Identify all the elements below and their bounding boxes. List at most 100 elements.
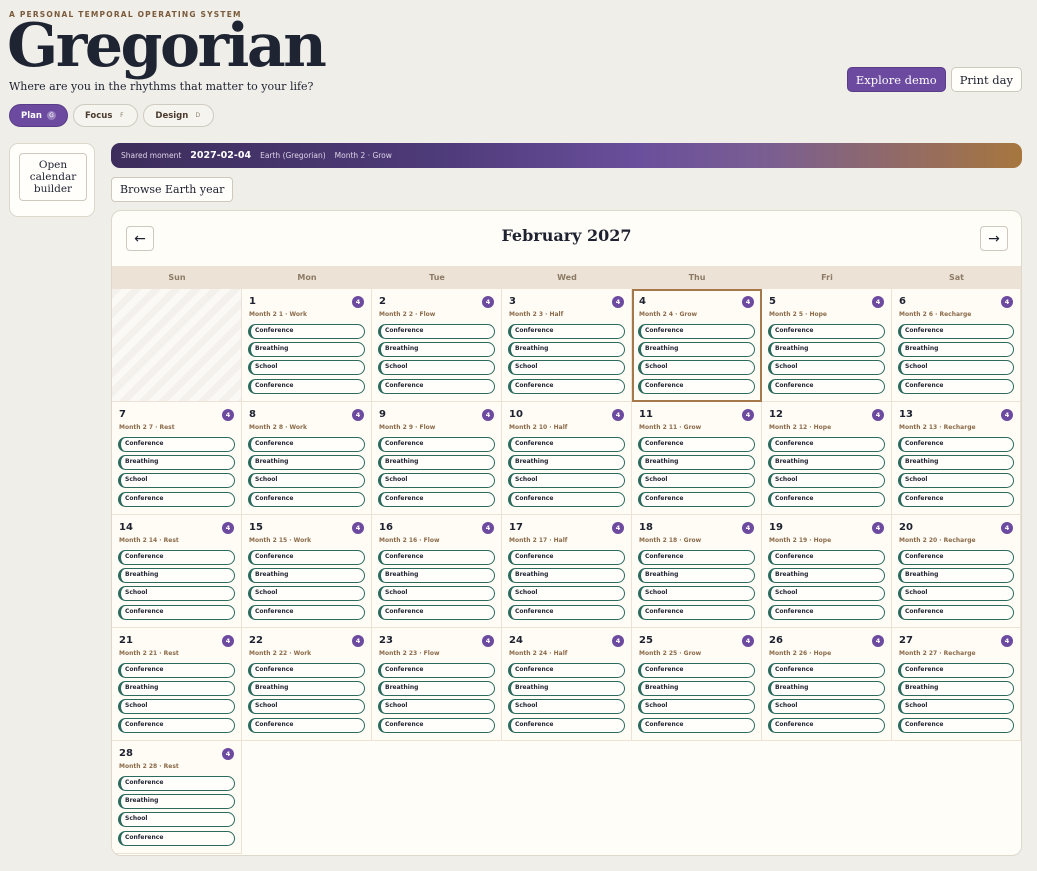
event-pill[interactable]: Conference	[118, 550, 235, 565]
tab-plan[interactable]: Plan G	[9, 104, 68, 127]
event-pill[interactable]: Conference	[378, 491, 495, 507]
event-pill[interactable]: Conference	[898, 491, 1014, 507]
day-cell[interactable]: 23 4 Month 2 23 · Flow Conference Breathing S…	[372, 628, 502, 741]
event-pill[interactable]: Breathing	[508, 568, 625, 584]
event-pill[interactable]: Breathing	[638, 455, 755, 471]
event-pill[interactable]: Breathing	[898, 342, 1014, 358]
day-cell[interactable]: 1 4 Month 2 1 · Work Conference Breathing Sch…	[242, 289, 372, 402]
day-cell[interactable]: 24 4 Month 2 24 · Half Conference Breathing S…	[502, 628, 632, 741]
event-pill[interactable]: School	[248, 473, 365, 489]
event-pill[interactable]: School	[768, 699, 885, 715]
event-pill[interactable]: Breathing	[378, 681, 495, 697]
event-pill[interactable]: School	[898, 360, 1014, 376]
day-cell[interactable]: 9 4 Month 2 9 · Flow Conference Breathing Sch…	[372, 402, 502, 515]
event-pill[interactable]: School	[768, 360, 885, 376]
event-pill[interactable]: School	[378, 699, 495, 715]
event-pill[interactable]: Conference	[248, 491, 365, 507]
event-pill[interactable]: Conference	[768, 324, 885, 339]
day-cell[interactable]: 4 4 Month 2 4 · Grow Conference Breathing Sch…	[632, 289, 762, 402]
event-pill[interactable]: Conference	[768, 550, 885, 565]
event-pill[interactable]: School	[118, 812, 235, 828]
print-day-button[interactable]: Print day	[950, 67, 1022, 92]
event-pill[interactable]: Conference	[118, 491, 235, 507]
event-pill[interactable]: Conference	[118, 830, 235, 846]
event-pill[interactable]: Conference	[248, 663, 365, 678]
event-pill[interactable]: Conference	[378, 550, 495, 565]
event-pill[interactable]: School	[508, 360, 625, 376]
event-pill[interactable]: Conference	[118, 717, 235, 733]
tab-focus[interactable]: Focus F	[72, 104, 139, 127]
event-pill[interactable]: Conference	[898, 324, 1014, 339]
event-pill[interactable]: School	[508, 473, 625, 489]
event-pill[interactable]: Breathing	[768, 681, 885, 697]
event-pill[interactable]: Conference	[898, 717, 1014, 733]
event-pill[interactable]: School	[508, 586, 625, 602]
event-pill[interactable]: Conference	[898, 663, 1014, 678]
event-pill[interactable]: School	[898, 699, 1014, 715]
event-pill[interactable]: School	[248, 586, 365, 602]
event-pill[interactable]: Conference	[378, 663, 495, 678]
event-pill[interactable]: Breathing	[248, 568, 365, 584]
event-pill[interactable]: School	[898, 586, 1014, 602]
event-pill[interactable]: School	[638, 473, 755, 489]
event-pill[interactable]: Conference	[508, 378, 625, 394]
event-pill[interactable]: School	[768, 473, 885, 489]
event-pill[interactable]: School	[378, 586, 495, 602]
event-pill[interactable]: School	[638, 360, 755, 376]
event-pill[interactable]: Conference	[638, 663, 755, 678]
event-pill[interactable]: Breathing	[638, 681, 755, 697]
day-cell[interactable]: 27 4 Month 2 27 · Recharge Conference Breath…	[892, 628, 1021, 741]
event-pill[interactable]: Breathing	[898, 681, 1014, 697]
event-pill[interactable]: Conference	[378, 604, 495, 620]
event-pill[interactable]: Conference	[118, 604, 235, 620]
day-cell[interactable]: 11 4 Month 2 11 · Grow Conference Breathing S…	[632, 402, 762, 515]
day-cell[interactable]: 20 4 Month 2 20 · Recharge Conference Breath…	[892, 515, 1021, 628]
event-pill[interactable]: Breathing	[768, 568, 885, 584]
event-pill[interactable]: School	[378, 473, 495, 489]
open-calendar-builder-button[interactable]: Open calendar builder	[19, 153, 87, 201]
event-pill[interactable]: Conference	[898, 604, 1014, 620]
event-pill[interactable]: Breathing	[638, 568, 755, 584]
event-pill[interactable]: Conference	[638, 491, 755, 507]
event-pill[interactable]: Conference	[768, 717, 885, 733]
day-cell[interactable]: 18 4 Month 2 18 · Grow Conference Breathing S…	[632, 515, 762, 628]
event-pill[interactable]: Conference	[508, 663, 625, 678]
day-cell[interactable]: 16 4 Month 2 16 · Flow Conference Breathing S…	[372, 515, 502, 628]
explore-demo-button[interactable]: Explore demo	[846, 67, 946, 92]
event-pill[interactable]: Breathing	[768, 455, 885, 471]
event-pill[interactable]: Conference	[508, 604, 625, 620]
event-pill[interactable]: School	[118, 586, 235, 602]
event-pill[interactable]: Conference	[638, 324, 755, 339]
event-pill[interactable]: Conference	[378, 378, 495, 394]
event-pill[interactable]: Breathing	[118, 568, 235, 584]
event-pill[interactable]: Conference	[508, 491, 625, 507]
day-cell[interactable]: 28 4 Month 2 28 · Rest Conference Breathing S…	[112, 741, 242, 854]
event-pill[interactable]: Conference	[898, 378, 1014, 394]
event-pill[interactable]: Breathing	[118, 455, 235, 471]
event-pill[interactable]: School	[378, 360, 495, 376]
event-pill[interactable]: Conference	[378, 324, 495, 339]
event-pill[interactable]: Conference	[508, 437, 625, 452]
event-pill[interactable]: School	[118, 473, 235, 489]
event-pill[interactable]: Conference	[638, 604, 755, 620]
day-cell[interactable]: 7 4 Month 2 7 · Rest Conference Breathing Sch…	[112, 402, 242, 515]
event-pill[interactable]: Conference	[118, 776, 235, 791]
event-pill[interactable]: Conference	[508, 324, 625, 339]
day-cell[interactable]: 26 4 Month 2 26 · Hope Conference Breathing S…	[762, 628, 892, 741]
event-pill[interactable]: Breathing	[378, 455, 495, 471]
event-pill[interactable]: Breathing	[248, 342, 365, 358]
event-pill[interactable]: Conference	[898, 437, 1014, 452]
event-pill[interactable]: Conference	[118, 663, 235, 678]
day-cell[interactable]: 22 4 Month 2 22 · Work Conference Breathing S…	[242, 628, 372, 741]
event-pill[interactable]: Breathing	[508, 342, 625, 358]
event-pill[interactable]: Conference	[768, 378, 885, 394]
browse-earth-year-button[interactable]: Browse Earth year	[111, 177, 234, 202]
day-cell[interactable]: 3 4 Month 2 3 · Half Conference Breathing Sch…	[502, 289, 632, 402]
day-cell[interactable]: 14 4 Month 2 14 · Rest Conference Breathing S…	[112, 515, 242, 628]
event-pill[interactable]: Conference	[118, 437, 235, 452]
event-pill[interactable]: School	[638, 586, 755, 602]
day-cell[interactable]: 2 4 Month 2 2 · Flow Conference Breathing Sch…	[372, 289, 502, 402]
event-pill[interactable]: Conference	[768, 604, 885, 620]
event-pill[interactable]: Conference	[638, 378, 755, 394]
event-pill[interactable]: School	[248, 360, 365, 376]
